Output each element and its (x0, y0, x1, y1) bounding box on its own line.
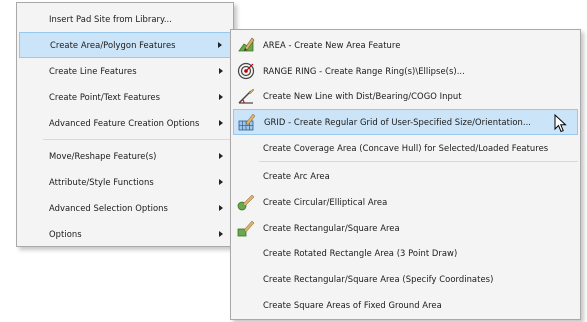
submenu-item-arc-area[interactable]: Create Arc Area (233, 163, 578, 189)
submenu-item-label: Create Rectangular/Square Area (263, 222, 400, 233)
submenu-item-label: Create Square Areas of Fixed Ground Area (263, 299, 442, 310)
submenu-item-label: AREA - Create New Area Feature (263, 39, 401, 50)
menu-item-attribute-style[interactable]: Attribute/Style Functions (19, 169, 231, 195)
submenu-item-coverage-area[interactable]: Create Coverage Area (Concave Hull) for … (233, 135, 578, 161)
submenu-item-label: Create Rotated Rectangle Area (3 Point D… (263, 248, 458, 259)
submenu-arrow-icon (219, 120, 223, 126)
cogo-line-icon (238, 88, 255, 104)
submenu-item-grid[interactable]: GRID - Create Regular Grid of User-Speci… (233, 109, 578, 135)
menu-item-advanced-selection[interactable]: Advanced Selection Options (19, 195, 231, 221)
area-draw-icon (238, 37, 255, 52)
submenu-arrow-icon (219, 94, 223, 100)
menu-item-label: Attribute/Style Functions (49, 177, 154, 187)
submenu-separator (259, 161, 578, 163)
submenu-arrow-icon (219, 153, 223, 159)
screen: Insert Pad Site from Library... Create A… (0, 0, 587, 322)
menu-item-move-reshape[interactable]: Move/Reshape Feature(s) (19, 143, 231, 169)
submenu-item-label: Create Arc Area (263, 171, 330, 182)
menu-item-create-line[interactable]: Create Line Features (19, 58, 231, 84)
menu-item-create-area-polygon[interactable]: Create Area/Polygon Features (19, 32, 231, 58)
submenu-item-label: Create Rectangular/Square Area (Specify … (263, 274, 494, 285)
submenu-item-label: Create Coverage Area (Concave Hull) for … (263, 142, 549, 153)
submenu-item-label: RANGE RING - Create Range Ring(s)\Ellips… (263, 65, 465, 76)
submenu-item-label: Create New Line with Dist/Bearing/COGO I… (263, 91, 462, 102)
submenu-arrow-icon (219, 231, 223, 237)
submenu-item-square-fixed-area[interactable]: Create Square Areas of Fixed Ground Area (233, 292, 578, 318)
submenu-arrow-icon (218, 42, 222, 48)
submenu-item-label: Create Circular/Elliptical Area (263, 196, 388, 207)
submenu-arrow-icon (219, 205, 223, 211)
menu-item-advanced-feature-creation[interactable]: Advanced Feature Creation Options (19, 110, 231, 136)
menu-separator (43, 139, 231, 140)
grid-icon (238, 113, 256, 131)
submenu-item-rectangular-area[interactable]: Create Rectangular/Square Area (233, 215, 578, 241)
menu-item-label: Move/Reshape Feature(s) (49, 151, 157, 161)
menu-item-create-point-text[interactable]: Create Point/Text Features (19, 84, 231, 110)
submenu-arrow-icon (219, 179, 223, 185)
submenu-item-rectangle-coordinates[interactable]: Create Rectangular/Square Area (Specify … (233, 266, 578, 292)
submenu-item-area-create[interactable]: AREA - Create New Area Feature (233, 32, 578, 58)
menu-item-label: Create Area/Polygon Features (50, 40, 176, 50)
menu-item-options[interactable]: Options (19, 221, 231, 247)
area-polygon-submenu: AREA - Create New Area Feature RANGE RIN… (230, 29, 581, 320)
submenu-item-circular-area[interactable]: Create Circular/Elliptical Area (233, 189, 578, 215)
menu-item-label: Advanced Feature Creation Options (49, 118, 200, 128)
submenu-item-rotated-rectangle[interactable]: Create Rotated Rectangle Area (3 Point D… (233, 241, 578, 267)
menu-item-label: Create Line Features (49, 66, 137, 76)
rectangle-area-icon (237, 220, 255, 237)
mouse-pointer-icon (554, 114, 567, 133)
main-context-menu: Insert Pad Site from Library... Create A… (16, 2, 234, 247)
menu-item-label: Options (49, 229, 82, 239)
submenu-arrow-icon (219, 68, 223, 74)
menu-item-label: Advanced Selection Options (49, 203, 168, 213)
menu-item-label: Create Point/Text Features (49, 92, 161, 102)
menu-item-insert-pad-site[interactable]: Insert Pad Site from Library... (19, 6, 231, 32)
circle-area-icon (237, 194, 255, 211)
menu-item-label: Insert Pad Site from Library... (49, 14, 172, 24)
range-ring-icon (237, 62, 255, 79)
submenu-item-range-ring[interactable]: RANGE RING - Create Range Ring(s)\Ellips… (233, 58, 578, 84)
submenu-item-label: GRID - Create Regular Grid of User-Speci… (264, 116, 531, 127)
submenu-item-cogo-line[interactable]: Create New Line with Dist/Bearing/COGO I… (233, 83, 578, 109)
